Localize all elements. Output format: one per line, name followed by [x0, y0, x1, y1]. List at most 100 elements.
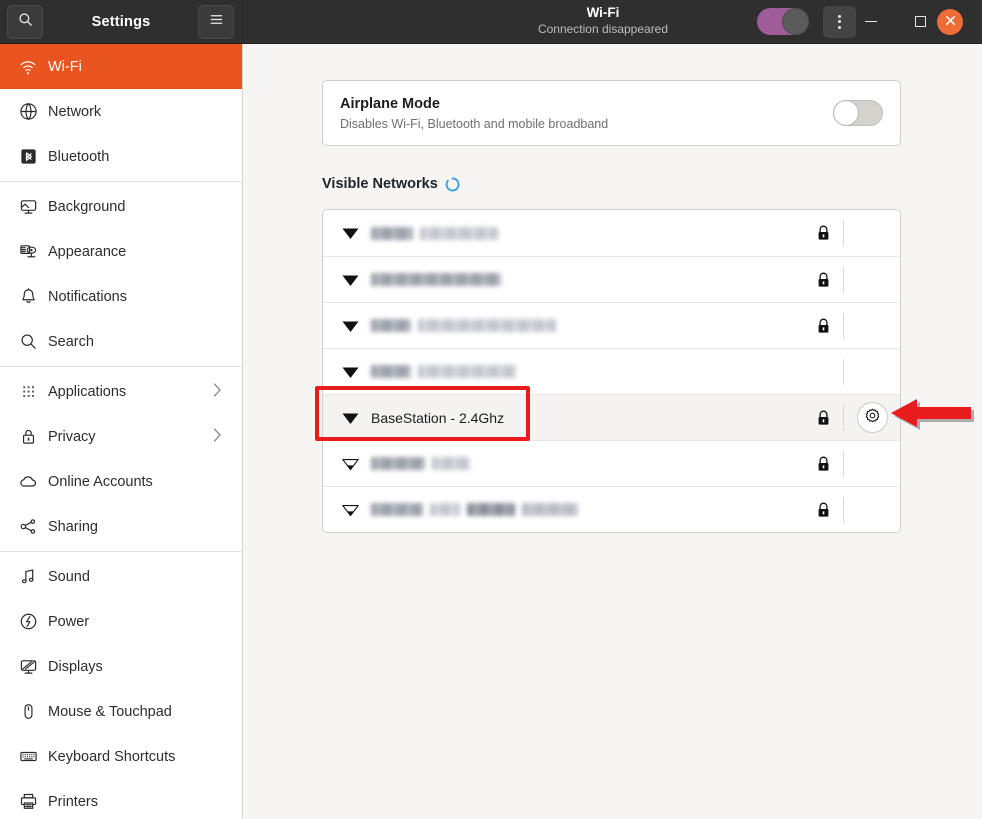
- wifi-icon: [17, 56, 39, 78]
- row-separator: [843, 497, 844, 523]
- sidebar-item-label: Search: [48, 334, 94, 350]
- wifi-signal-strong-icon: [339, 319, 361, 333]
- airplane-toggle-knob: [833, 100, 859, 126]
- sidebar-item-sound[interactable]: Sound: [0, 554, 242, 599]
- three-dots-vertical-icon-dot: [838, 15, 841, 18]
- wifi-signal-strong-icon: [339, 226, 361, 240]
- music-note-icon: [17, 566, 39, 588]
- sidebar-item-keyboard-shortcuts[interactable]: Keyboard Shortcuts: [0, 734, 242, 779]
- redacted-network-name-segment: [371, 273, 501, 286]
- network-settings-button[interactable]: [857, 402, 888, 433]
- network-row[interactable]: [323, 486, 900, 532]
- network-row[interactable]: [323, 256, 900, 302]
- sidebar-item-wi-fi[interactable]: Wi-Fi: [0, 44, 242, 89]
- sidebar-item-privacy[interactable]: Privacy: [0, 414, 242, 459]
- wifi-signal-strong-icon: [339, 365, 361, 379]
- sidebar-item-label: Mouse & Touchpad: [48, 704, 172, 720]
- sidebar-item-displays[interactable]: Displays: [0, 644, 242, 689]
- airplane-mode-text: Airplane Mode Disables Wi-Fi, Bluetooth …: [340, 95, 833, 130]
- wifi-options-menu-button[interactable]: [823, 6, 856, 38]
- sidebar-divider: [0, 181, 242, 182]
- row-separator: [843, 267, 844, 293]
- padlock-icon: [810, 318, 836, 334]
- settings-window: Settings Wi-Fi Connection disappeared: [0, 0, 982, 819]
- redacted-network-name-segment: [371, 365, 411, 378]
- bell-icon: [17, 286, 39, 308]
- sidebar-item-label: Sharing: [48, 519, 98, 535]
- airplane-mode-card: Airplane Mode Disables Wi-Fi, Bluetooth …: [322, 80, 901, 146]
- mouse-icon: [17, 701, 39, 723]
- network-row[interactable]: [323, 210, 900, 256]
- minimize-button[interactable]: [857, 8, 885, 36]
- network-name: [371, 456, 810, 472]
- sidebar-item-appearance[interactable]: Appearance: [0, 229, 242, 274]
- sidebar-item-label: Applications: [48, 384, 126, 400]
- cloud-icon: [17, 471, 39, 493]
- visible-networks-list: BaseStation - 2.4Ghz: [322, 209, 901, 533]
- redacted-network-name-segment: [371, 503, 423, 516]
- share-nodes-icon: [17, 516, 39, 538]
- keyboard-icon: [17, 746, 39, 768]
- sidebar-item-online-accounts[interactable]: Online Accounts: [0, 459, 242, 504]
- redacted-network-name-segment: [371, 319, 411, 332]
- sidebar-item-label: Wi-Fi: [48, 59, 82, 75]
- sidebar-item-printers[interactable]: Printers: [0, 779, 242, 819]
- sidebar-item-background[interactable]: Background: [0, 184, 242, 229]
- sidebar-item-label: Background: [48, 199, 125, 215]
- sidebar-item-power[interactable]: Power: [0, 599, 242, 644]
- sidebar-item-mouse-touchpad[interactable]: Mouse & Touchpad: [0, 689, 242, 734]
- visible-networks-title: Visible Networks: [322, 176, 438, 192]
- redacted-network-name-segment: [522, 503, 578, 516]
- network-row[interactable]: [323, 348, 900, 394]
- lock-icon: [17, 426, 39, 448]
- sidebar-item-label: Keyboard Shortcuts: [48, 749, 175, 765]
- sidebar-item-notifications[interactable]: Notifications: [0, 274, 242, 319]
- network-name: BaseStation - 2.4Ghz: [371, 410, 810, 426]
- main-menu-button[interactable]: [198, 5, 234, 39]
- redacted-network-name-segment: [432, 457, 470, 470]
- padlock-icon: [810, 272, 836, 288]
- minimize-icon: [865, 21, 877, 23]
- sidebar-item-network[interactable]: Network: [0, 89, 242, 134]
- grid-dots-icon: [17, 381, 39, 403]
- sidebar-item-label: Printers: [48, 794, 98, 810]
- wifi-signal-strong-icon: [339, 273, 361, 287]
- sidebar-item-search[interactable]: Search: [0, 319, 242, 364]
- network-name: [371, 318, 810, 334]
- search-icon: [17, 331, 39, 353]
- network-row[interactable]: [323, 302, 900, 348]
- printer-icon: [17, 791, 39, 813]
- network-row[interactable]: [323, 440, 900, 486]
- globe-icon: [17, 101, 39, 123]
- maximize-button[interactable]: [906, 8, 934, 36]
- hamburger-icon: [209, 13, 224, 31]
- window-titlebar: Settings Wi-Fi Connection disappeared: [0, 0, 982, 44]
- visible-networks-header: Visible Networks: [322, 176, 460, 192]
- sidebar-item-label: Displays: [48, 659, 103, 675]
- background-monitor-icon: [17, 196, 39, 218]
- wifi-signal-weak-icon: [339, 457, 361, 471]
- wifi-signal-weak-icon: [339, 503, 361, 517]
- maximize-icon: [915, 16, 926, 27]
- sidebar-item-label: Sound: [48, 569, 90, 585]
- sidebar-divider: [0, 366, 242, 367]
- chevron-right-icon: [213, 383, 222, 401]
- row-separator: [843, 220, 844, 246]
- airplane-mode-toggle[interactable]: [833, 100, 883, 126]
- loading-spinner-icon: [445, 177, 460, 192]
- wifi-power-toggle[interactable]: [757, 8, 809, 35]
- network-row[interactable]: BaseStation - 2.4Ghz: [323, 394, 900, 440]
- sidebar-item-bluetooth[interactable]: Bluetooth: [0, 134, 242, 179]
- sidebar-divider: [0, 551, 242, 552]
- padlock-icon: [810, 502, 836, 518]
- bluetooth-icon: [17, 146, 39, 168]
- sidebar-item-applications[interactable]: Applications: [0, 369, 242, 414]
- sidebar-item-label: Power: [48, 614, 89, 630]
- airplane-mode-title: Airplane Mode: [340, 95, 833, 113]
- wifi-signal-strong-icon: [339, 411, 361, 425]
- close-button[interactable]: [937, 9, 963, 35]
- sidebar-item-sharing[interactable]: Sharing: [0, 504, 242, 549]
- redacted-network-name-segment: [371, 457, 425, 470]
- network-name: [371, 364, 810, 380]
- padlock-icon: [810, 456, 836, 472]
